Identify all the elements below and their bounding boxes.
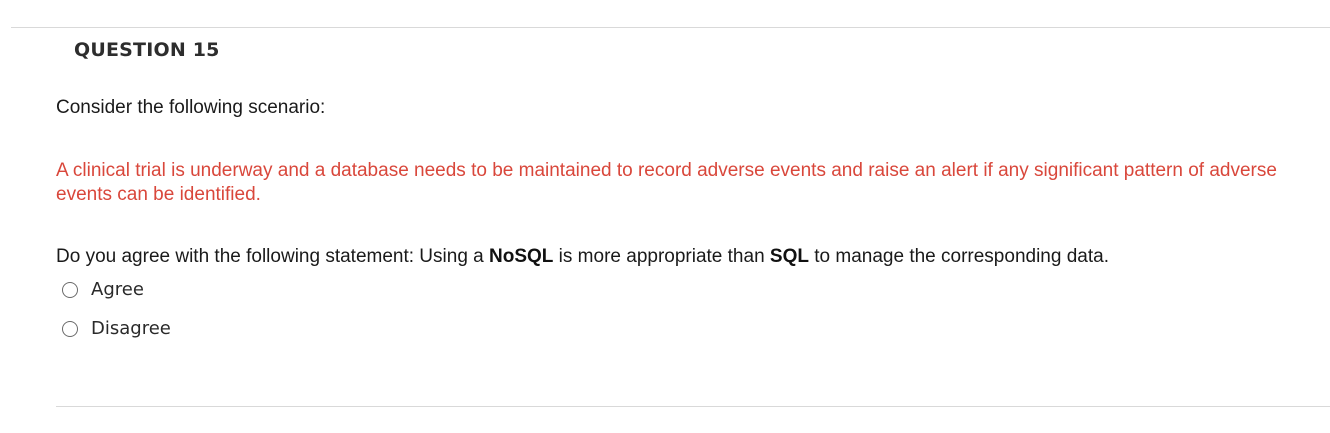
option-disagree[interactable]: Disagree (62, 318, 171, 339)
question-title: QUESTION 15 (74, 39, 220, 61)
statement-part: is more appropriate than (553, 246, 770, 267)
option-disagree-label[interactable]: Disagree (91, 318, 171, 339)
radio-agree[interactable] (62, 281, 78, 298)
bottom-divider (56, 406, 1330, 407)
question-statement: Do you agree with the following statemen… (56, 246, 1109, 268)
option-agree-label[interactable]: Agree (91, 279, 144, 300)
statement-sql-term: SQL (769, 246, 809, 267)
statement-nosql-term: NoSQL (489, 246, 554, 267)
question-intro: Consider the following scenario: (56, 97, 326, 118)
statement-part: Do you agree with the following statemen… (56, 246, 490, 267)
statement-part: to manage the corresponding data. (808, 246, 1109, 267)
scenario-text: A clinical trial is underway and a datab… (56, 160, 1277, 205)
top-divider (11, 27, 1330, 28)
radio-disagree[interactable] (62, 320, 78, 337)
option-agree[interactable]: Agree (62, 279, 144, 300)
